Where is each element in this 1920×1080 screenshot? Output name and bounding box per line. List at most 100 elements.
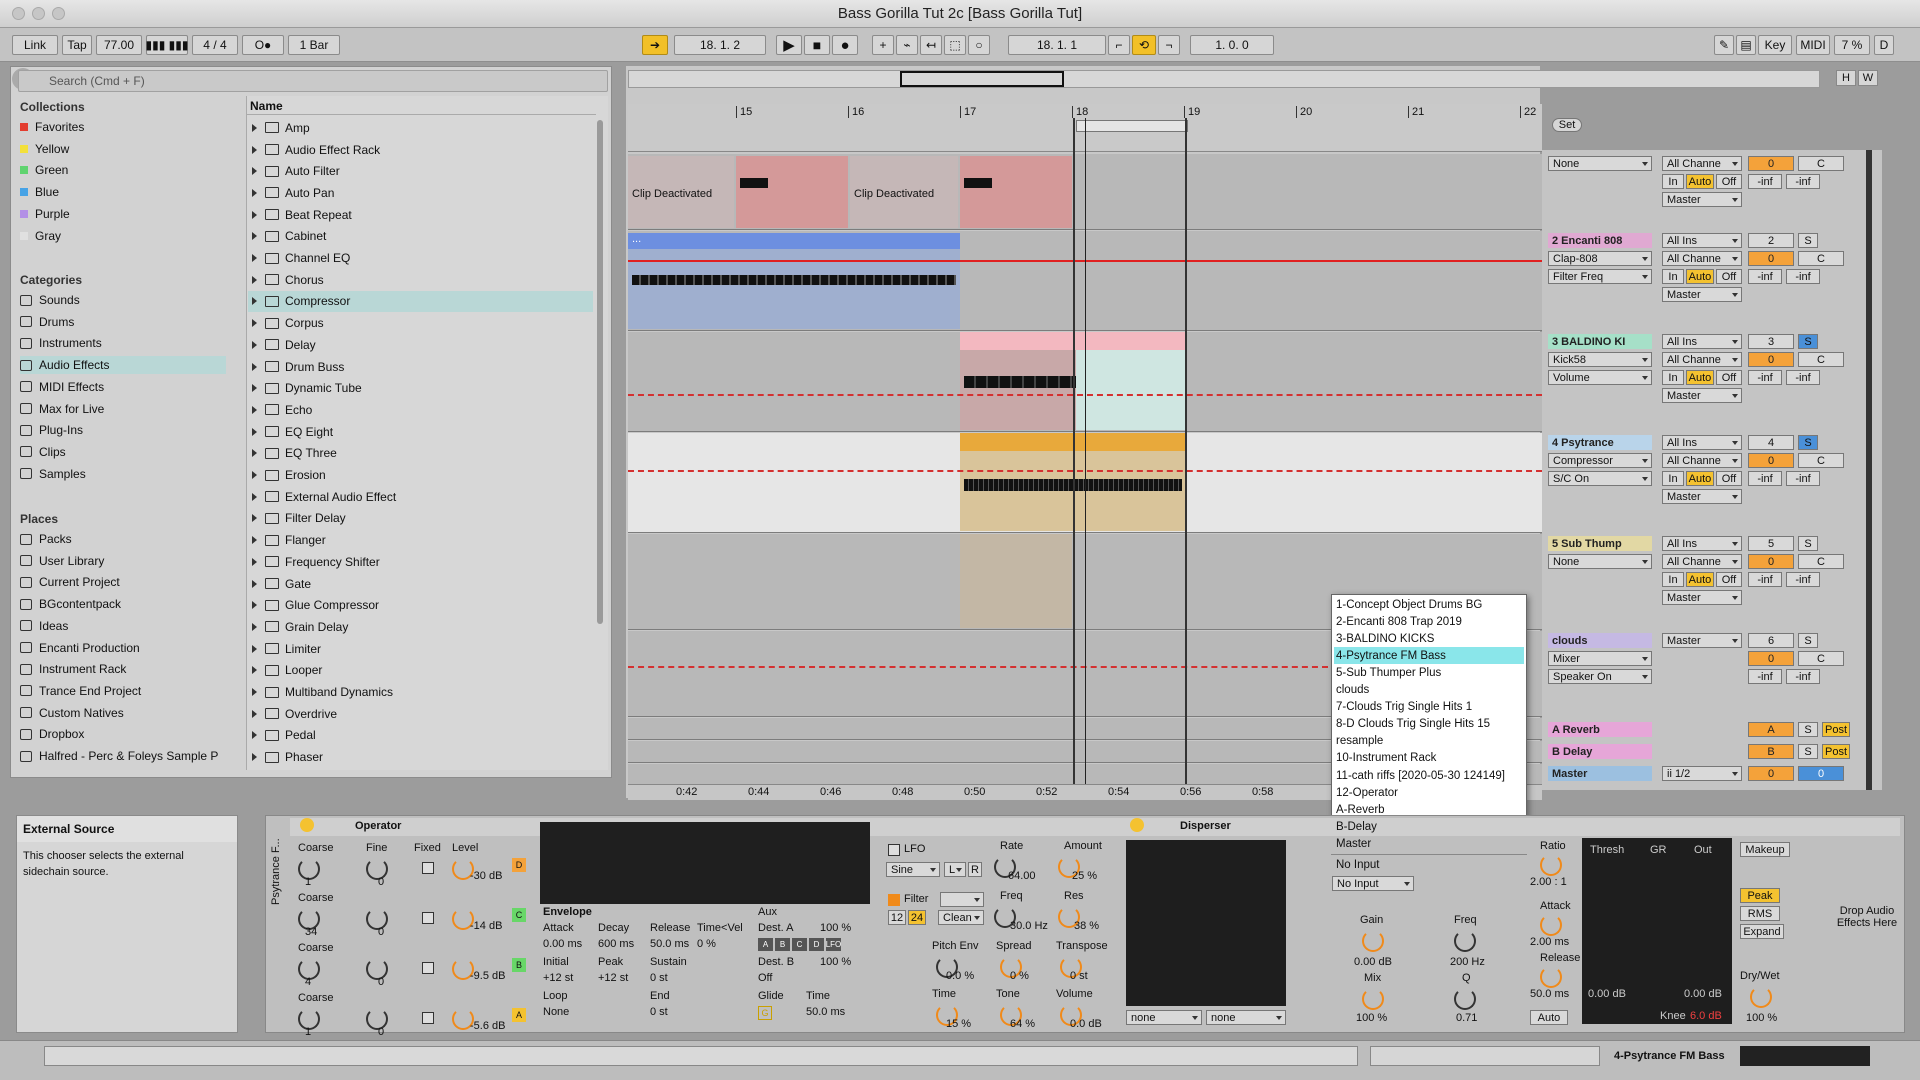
browser-item[interactable]: Corpus [248,312,593,334]
input-routing-option[interactable]: 4-Psytrance FM Bass [1334,647,1524,665]
solo-button[interactable]: S [1798,536,1818,551]
sidechain-input-select[interactable]: No Input [1332,876,1414,891]
operator-select-d[interactable]: D [512,858,526,872]
name-column-header[interactable]: Name [246,97,596,115]
tempo-field[interactable]: 77.00 [96,35,142,55]
monitor-auto-button[interactable]: Auto [1686,370,1714,385]
collection-green[interactable]: Green [20,161,226,179]
rms-button[interactable]: RMS [1740,906,1780,921]
category-instruments[interactable]: Instruments [20,334,226,352]
computer-keyboard-icon[interactable]: ▤ [1736,35,1756,55]
place-item[interactable]: Packs [20,530,226,548]
sc-freq-knob[interactable] [1454,930,1476,952]
disperser-display[interactable] [1126,840,1286,1006]
output-select[interactable]: Master [1662,489,1742,504]
overview-viewport[interactable] [900,71,1064,87]
track-name[interactable]: 4 Psytrance [1548,435,1652,450]
solo-button[interactable]: S [1798,233,1818,248]
track-number[interactable]: 4 [1748,435,1794,450]
category-drums[interactable]: Drums [20,313,226,331]
expand-arrow-icon[interactable] [252,362,257,371]
input-routing-option[interactable]: 8-D Clouds Trig Single Hits 15 [1334,716,1524,733]
expand-arrow-icon[interactable] [252,340,257,349]
return-track-name[interactable]: B Delay [1548,744,1652,759]
browser-item[interactable]: Filter Delay [248,508,593,530]
env-sustain-value[interactable]: 0 st [650,972,668,984]
browser-item[interactable]: Delay [248,334,593,356]
browser-item[interactable]: Drum Buss [248,356,593,378]
output-select[interactable]: Master [1662,192,1742,207]
tap-button[interactable]: Tap [62,35,92,55]
back-to-arrangement-icon[interactable]: ↤ [920,35,942,55]
category-samples[interactable]: Samples [20,465,226,483]
clip-baldino-selected[interactable] [1076,350,1186,430]
disperser-none-1[interactable]: none [1126,1010,1202,1025]
input-channel-select[interactable]: All Channe [1662,251,1742,266]
expand-arrow-icon[interactable] [252,492,257,501]
dest-b-select[interactable]: Off [758,972,772,984]
master-pan[interactable]: 0 [1798,766,1844,781]
capture-icon[interactable]: ⬚ [944,35,966,55]
pan-field[interactable]: C [1798,554,1844,569]
place-item[interactable]: Ideas [20,617,226,635]
track-number[interactable]: 2 [1748,233,1794,248]
fixed-checkbox[interactable] [422,1012,434,1024]
close-window-button[interactable] [12,7,25,20]
volume-field[interactable]: 0 [1748,156,1794,171]
fixed-checkbox[interactable] [422,862,434,874]
browser-item[interactable]: Auto Pan [248,182,593,204]
lfo-l-select[interactable]: L [944,862,966,877]
punch-in-icon[interactable]: ⌐ [1108,35,1130,55]
track-device-select[interactable]: None [1548,554,1652,569]
track-param-select[interactable]: Speaker On [1548,669,1652,684]
fine-knob[interactable] [366,958,388,980]
comp-auto-button[interactable]: Auto [1530,1010,1568,1025]
browser-item[interactable]: External Audio Effect [248,486,593,508]
solo-button[interactable]: S [1798,744,1818,759]
browser-item[interactable]: Phaser [248,746,593,768]
song-position[interactable]: 18. 1. 2 [674,35,766,55]
comp-ratio-knob[interactable] [1540,854,1562,876]
browser-item[interactable]: EQ Three [248,443,593,465]
overdub-icon[interactable]: + [872,35,894,55]
expand-arrow-icon[interactable] [252,254,257,263]
monitor-auto-button[interactable]: Auto [1686,572,1714,587]
browser-item[interactable]: Beat Repeat [248,204,593,226]
disperser-power-icon[interactable] [1130,818,1144,832]
loop-length[interactable]: 1. 0. 0 [1190,35,1274,55]
pan-field[interactable]: C [1798,352,1844,367]
sc-mix-knob[interactable] [1362,988,1384,1010]
pan-field[interactable]: C [1798,156,1844,171]
filter-24-button[interactable]: 24 [908,910,926,925]
browser-item[interactable]: Multiband Dynamics [248,681,593,703]
env-end-value[interactable]: 0 st [650,1006,668,1018]
browser-item[interactable]: Gate [248,573,593,595]
env-peak-value[interactable]: +12 st [598,972,628,984]
dest-a-value[interactable]: 100 % [820,922,851,934]
aux-dest-lfo-button[interactable]: LFO [826,938,841,951]
expand-arrow-icon[interactable] [252,427,257,436]
envelope-display[interactable] [540,822,870,904]
loop-start[interactable]: 18. 1. 1 [1008,35,1106,55]
fine-knob[interactable] [366,1008,388,1030]
clip-deactivated-2[interactable]: Clip Deactivated [850,156,958,228]
operator-select-c[interactable]: C [512,908,526,922]
time-signature[interactable]: 4 / 4 [192,35,238,55]
link-button[interactable]: Link [12,35,58,55]
clip-3[interactable] [960,156,1072,228]
peak-button[interactable]: Peak [1740,888,1780,903]
category-sounds[interactable]: Sounds [20,291,226,309]
category-audio-effects[interactable]: Audio Effects [20,356,226,375]
follow-arrow-icon[interactable]: ➔ [642,35,668,55]
track-number[interactable]: 5 [1748,536,1794,551]
sc-q-knob[interactable] [1454,988,1476,1010]
sc-gain-knob[interactable] [1362,930,1384,952]
expand-arrow-icon[interactable] [252,536,257,545]
comp-release-knob[interactable] [1540,966,1562,988]
place-item[interactable]: BGcontentpack [20,595,226,613]
monitor-in-button[interactable]: In [1662,269,1684,284]
expand-arrow-icon[interactable] [252,145,257,154]
locator-set-button[interactable]: Set [1552,118,1582,132]
category-midi-effects[interactable]: MIDI Effects [20,378,226,396]
comp-attack-knob[interactable] [1540,914,1562,936]
